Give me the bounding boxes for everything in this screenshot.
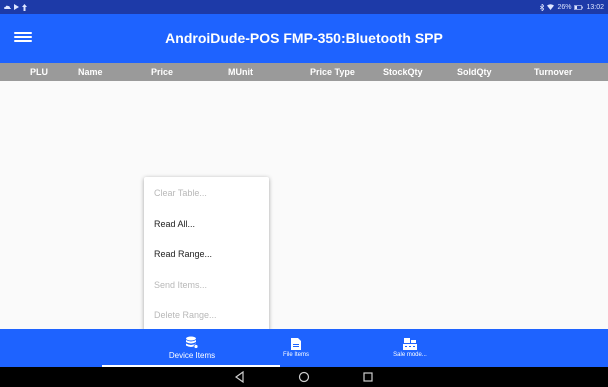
file-icon <box>291 338 301 350</box>
recents-icon[interactable] <box>361 370 375 384</box>
system-navigation-bar <box>0 367 608 387</box>
tab-device-items-label: Device Items <box>168 351 216 360</box>
tab-sale-mode[interactable]: Sale mode... <box>380 329 440 367</box>
menu-item-clear-table: Clear Table... <box>154 188 207 198</box>
home-icon[interactable] <box>297 370 311 384</box>
tab-sale-mode-label: Sale mode... <box>393 352 427 358</box>
battery-percent: 26% <box>557 3 572 11</box>
column-header-munit[interactable]: MUnit <box>228 67 253 77</box>
tab-file-items[interactable]: File Items <box>266 329 326 367</box>
play-icon <box>14 4 19 10</box>
table-body <box>0 81 608 329</box>
device-items-popup-menu: Clear Table... Read All... Read Range...… <box>144 177 269 331</box>
app-bar: AndroiDude-POS FMP-350:Bluetooth SPP <box>0 14 608 63</box>
register-icon <box>403 338 417 350</box>
battery-icon <box>574 4 584 10</box>
column-header-price-type[interactable]: Price Type <box>310 67 355 77</box>
bottom-navigation: Device Items File Items Sale mode... <box>0 329 608 367</box>
status-bar-system: 26% 13:02 <box>540 3 604 11</box>
app-title: AndroiDude-POS FMP-350:Bluetooth SPP <box>165 30 443 46</box>
column-header-price[interactable]: Price <box>151 67 173 77</box>
bluetooth-icon <box>540 3 545 11</box>
status-bar-notifications <box>4 3 27 11</box>
tab-device-items[interactable]: Device Items <box>150 329 234 367</box>
table-header: PLU Name Price MUnit Price Type StockQty… <box>0 63 608 81</box>
column-header-name[interactable]: Name <box>78 67 103 77</box>
menu-item-delete-range: Delete Range... <box>154 310 217 320</box>
database-icon <box>186 336 198 349</box>
column-header-sold-qty[interactable]: SoldQty <box>457 67 492 77</box>
tab-file-items-label: File Items <box>282 352 309 358</box>
menu-item-read-all[interactable]: Read All... <box>154 219 195 229</box>
column-header-turnover[interactable]: Turnover <box>534 67 572 77</box>
column-header-plu[interactable]: PLU <box>30 67 48 77</box>
back-icon[interactable] <box>233 370 247 384</box>
clock: 13:02 <box>586 3 604 11</box>
wifi-icon <box>547 4 555 10</box>
cloud-icon <box>4 5 11 9</box>
status-bar: 26% 13:02 <box>0 0 608 14</box>
column-header-stock-qty[interactable]: StockQty <box>383 67 423 77</box>
menu-item-send-items: Send Items... <box>154 280 208 290</box>
upload-icon <box>22 3 27 11</box>
menu-item-read-range[interactable]: Read Range... <box>154 249 212 259</box>
